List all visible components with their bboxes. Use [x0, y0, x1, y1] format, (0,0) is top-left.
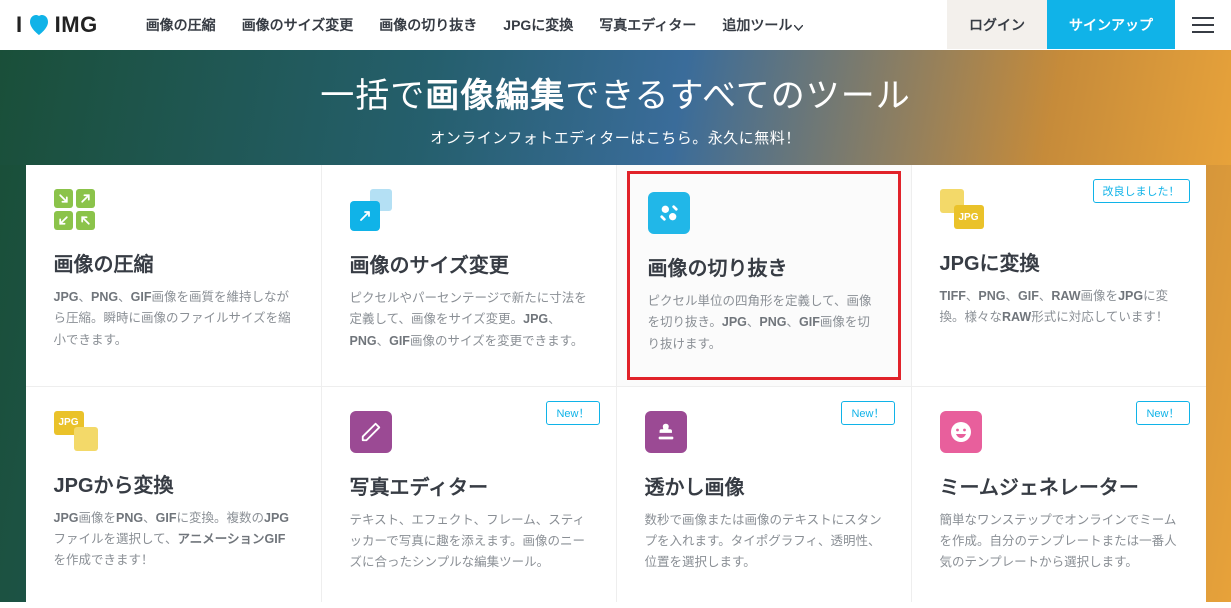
- new-badge: New！: [546, 401, 599, 425]
- logo-suffix: IMG: [55, 12, 98, 38]
- tools-area: 画像の圧縮 JPG、PNG、GIF画像を画質を維持しながら圧縮。瞬時に画像のファ…: [0, 165, 1231, 602]
- tool-fromjpg[interactable]: JPG JPGから変換 JPG画像をPNG、GIFに変換。複数のJPGファイルを…: [26, 386, 321, 602]
- tool-title: JPGから変換: [54, 469, 293, 498]
- nav-more[interactable]: 追加ツール: [722, 15, 803, 35]
- tool-crop[interactable]: 画像の切り抜き ピクセル単位の四角形を定義して、画像を切り抜き。JPG、PNG、…: [616, 165, 911, 386]
- smile-icon: [940, 411, 982, 453]
- tool-desc: 簡単なワンステップでオンラインでミームを作成。自分のテンプレートまたは一番人気の…: [940, 510, 1178, 574]
- nav-compress[interactable]: 画像の圧縮: [146, 15, 216, 35]
- header: I IMG 画像の圧縮 画像のサイズ変更 画像の切り抜き JPGに変換 写真エデ…: [0, 0, 1231, 50]
- signup-button[interactable]: サインアップ: [1047, 0, 1175, 49]
- tool-desc: 数秒で画像または画像のテキストにスタンプを入れます。タイポグラフィ、透明性、位置…: [645, 510, 883, 574]
- tool-editor[interactable]: New！ 写真エディター テキスト、エフェクト、フレーム、スティッカーで写真に趣…: [321, 386, 616, 602]
- resize-icon: [350, 189, 392, 231]
- tool-title: 透かし画像: [645, 471, 883, 500]
- heart-icon: [27, 14, 51, 36]
- menu-button[interactable]: [1175, 0, 1231, 49]
- tool-title: 画像の圧縮: [54, 248, 293, 277]
- logo-prefix: I: [16, 12, 23, 38]
- pencil-icon: [350, 411, 392, 453]
- tool-title: ミームジェネレーター: [940, 471, 1178, 500]
- tool-watermark[interactable]: New！ 透かし画像 数秒で画像または画像のテキストにスタンプを入れます。タイポ…: [616, 386, 911, 602]
- improved-badge: 改良しました！: [1093, 179, 1190, 203]
- auth-actions: ログイン サインアップ: [947, 0, 1231, 49]
- tool-resize[interactable]: 画像のサイズ変更 ピクセルやパーセンテージで新たに寸法を定義して、画像をサイズ変…: [321, 165, 616, 386]
- nav-crop[interactable]: 画像の切り抜き: [379, 15, 477, 35]
- nav-resize[interactable]: 画像のサイズ変更: [242, 15, 354, 35]
- tools-grid: 画像の圧縮 JPG、PNG、GIF画像を画質を維持しながら圧縮。瞬時に画像のファ…: [26, 165, 1206, 602]
- new-badge: New！: [1136, 401, 1189, 425]
- tojpg-icon: JPG: [940, 189, 984, 229]
- crop-icon: [648, 192, 690, 234]
- tool-compress[interactable]: 画像の圧縮 JPG、PNG、GIF画像を画質を維持しながら圧縮。瞬時に画像のファ…: [26, 165, 321, 386]
- hero: 一括で画像編集できるすべてのツール オンラインフォトエディターはこちら。永久に無…: [0, 50, 1231, 165]
- tool-desc: TIFF、PNG、GIF、RAW画像をJPGに変換。様々なRAW形式に対応してい…: [940, 286, 1178, 329]
- main-nav: 画像の圧縮 画像のサイズ変更 画像の切り抜き JPGに変換 写真エディター 追加…: [146, 15, 804, 35]
- tool-title: 画像のサイズ変更: [350, 249, 588, 278]
- tool-desc: ピクセル単位の四角形を定義して、画像を切り抜き。JPG、PNG、GIF画像を切り…: [648, 291, 880, 355]
- tool-desc: ピクセルやパーセンテージで新たに寸法を定義して、画像をサイズ変更。JPG、PNG…: [350, 288, 588, 352]
- new-badge: New！: [841, 401, 894, 425]
- tool-desc: JPG、PNG、GIF画像を画質を維持しながら圧縮。瞬時に画像のファイルサイズを…: [54, 287, 293, 351]
- tool-title: 写真エディター: [350, 471, 588, 500]
- hero-subtitle: オンラインフォトエディターはこちら。永久に無料！: [0, 127, 1231, 148]
- tool-meme[interactable]: New！ ミームジェネレーター 簡単なワンステップでオンラインでミームを作成。自…: [911, 386, 1206, 602]
- tool-title: JPGに変換: [940, 247, 1178, 276]
- tool-desc: テキスト、エフェクト、フレーム、スティッカーで写真に趣を添えます。画像のニーズに…: [350, 510, 588, 574]
- chevron-down-icon: [794, 18, 803, 34]
- logo[interactable]: I IMG: [16, 12, 98, 38]
- hamburger-icon: [1192, 24, 1214, 26]
- nav-editor[interactable]: 写真エディター: [599, 15, 696, 35]
- compress-icon: [54, 189, 293, 230]
- stamp-icon: [645, 411, 687, 453]
- nav-tojpg[interactable]: JPGに変換: [503, 15, 573, 35]
- tool-tojpg[interactable]: 改良しました！ JPG JPGに変換 TIFF、PNG、GIF、RAW画像をJP…: [911, 165, 1206, 386]
- tool-title: 画像の切り抜き: [648, 252, 880, 281]
- hero-title: 一括で画像編集できるすべてのツール: [0, 68, 1231, 117]
- fromjpg-icon: JPG: [54, 411, 98, 451]
- tool-desc: JPG画像をPNG、GIFに変換。複数のJPGファイルを選択して、アニメーション…: [54, 508, 293, 572]
- login-button[interactable]: ログイン: [947, 0, 1047, 49]
